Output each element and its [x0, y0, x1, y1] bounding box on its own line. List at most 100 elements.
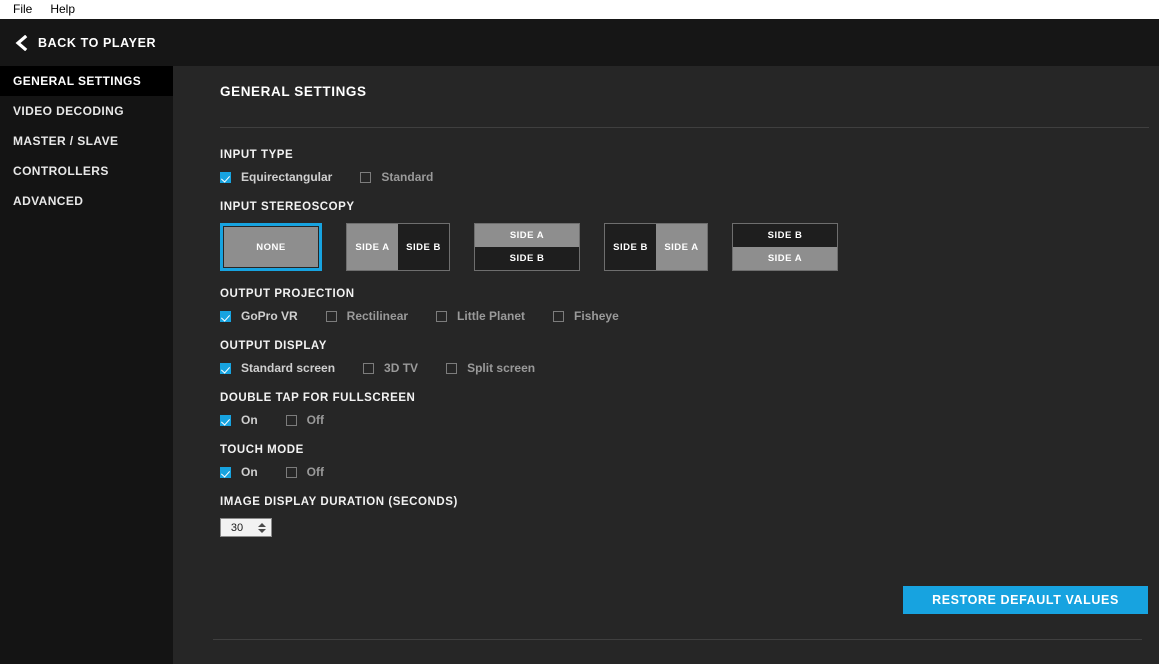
section-label: INPUT STEREOSCOPY [220, 201, 355, 213]
checkbox-icon [363, 362, 375, 374]
checkbox-label: On [241, 465, 258, 479]
input-type-options: Equirectangular Standard [220, 170, 1159, 184]
menu-item-file[interactable]: File [4, 0, 41, 19]
checkbox-touch-mode-on[interactable]: On [220, 465, 258, 479]
checkbox-equirectangular[interactable]: Equirectangular [220, 170, 332, 184]
sidebar-item-label: MASTER / SLAVE [13, 134, 119, 148]
checkbox-touch-mode-off[interactable]: Off [285, 465, 324, 479]
checkbox-label: On [241, 413, 258, 427]
back-to-player-button[interactable]: BACK TO PLAYER [38, 36, 156, 50]
checkbox-label: Off [306, 465, 324, 479]
stereoscopy-pane: SIDE B [605, 224, 656, 270]
chevron-left-icon[interactable] [12, 34, 30, 52]
checkbox-icon [220, 414, 231, 426]
sidebar-item-general-settings[interactable]: GENERAL SETTINGS [0, 66, 173, 96]
stereoscopy-options: NONE SIDE A SIDE B SIDE A SIDE B SIDE B … [220, 223, 1159, 271]
checkbox-label: Split screen [467, 361, 536, 375]
checkbox-label: Standard [381, 170, 434, 184]
checkbox-icon [220, 362, 231, 374]
image-duration-stepper[interactable]: 30 [220, 518, 272, 537]
stereoscopy-pane: SIDE B [475, 247, 579, 270]
checkbox-rectilinear[interactable]: Rectilinear [325, 309, 409, 323]
double-tap-options: On Off [220, 413, 1159, 427]
checkbox-label: Fisheye [574, 309, 619, 323]
sidebar-item-controllers[interactable]: CONTROLLERS [0, 156, 173, 186]
section-label: DOUBLE TAP FOR FULLSCREEN [220, 392, 416, 404]
section-label: IMAGE DISPLAY DURATION (SECONDS) [220, 496, 458, 508]
checkbox-little-planet[interactable]: Little Planet [436, 309, 525, 323]
section-touch-mode: TOUCH MODE On Off [220, 444, 1159, 479]
checkbox-icon [220, 310, 231, 322]
image-duration-value: 30 [230, 521, 244, 534]
checkbox-icon [446, 362, 458, 374]
checkbox-double-tap-on[interactable]: On [220, 413, 258, 427]
settings-panel: GENERAL SETTINGS INPUT TYPE Equirectangu… [173, 66, 1159, 664]
checkbox-icon [436, 310, 448, 322]
stereoscopy-pane: SIDE B [398, 224, 449, 270]
checkbox-label: Standard screen [241, 361, 336, 375]
section-double-tap-fullscreen: DOUBLE TAP FOR FULLSCREEN On Off [220, 392, 1159, 427]
checkbox-label: Little Planet [457, 309, 526, 323]
stereoscopy-pane: SIDE A [656, 224, 707, 270]
stereoscopy-pane: NONE [224, 227, 318, 267]
sidebar-item-label: CONTROLLERS [13, 164, 109, 178]
checkbox-label: 3D TV [384, 361, 419, 375]
checkbox-icon [360, 171, 372, 183]
stereoscopy-option-side-b-side-a-horizontal[interactable]: SIDE B SIDE A [604, 223, 708, 271]
checkbox-3d-tv[interactable]: 3D TV [363, 361, 418, 375]
sidebar-item-video-decoding[interactable]: VIDEO DECODING [0, 96, 173, 126]
section-label: OUTPUT PROJECTION [220, 288, 355, 300]
stereoscopy-pane: SIDE A [347, 224, 398, 270]
checkbox-label: Off [306, 413, 324, 427]
menu-bar: File Help [0, 0, 1159, 19]
output-projection-options: GoPro VR Rectilinear Little Planet Fishe… [220, 309, 1159, 323]
checkbox-icon [220, 466, 231, 478]
chevron-down-icon[interactable] [257, 528, 266, 533]
sidebar-item-advanced[interactable]: ADVANCED [0, 186, 173, 216]
checkbox-icon [553, 310, 565, 322]
title-bar: BACK TO PLAYER [0, 19, 1159, 66]
stereoscopy-pane: SIDE B [733, 224, 837, 247]
checkbox-gopro-vr[interactable]: GoPro VR [220, 309, 298, 323]
stereoscopy-option-side-a-side-b-vertical[interactable]: SIDE A SIDE B [474, 223, 580, 271]
section-label: OUTPUT DISPLAY [220, 340, 327, 352]
section-input-type: INPUT TYPE Equirectangular Standard [220, 149, 1159, 184]
page-title: GENERAL SETTINGS [220, 84, 367, 99]
checkbox-standard[interactable]: Standard [360, 170, 433, 184]
section-output-projection: OUTPUT PROJECTION GoPro VR Rectilinear L… [220, 288, 1159, 323]
checkbox-split-screen[interactable]: Split screen [446, 361, 535, 375]
section-output-display: OUTPUT DISPLAY Standard screen 3D TV Spl… [220, 340, 1159, 375]
checkbox-icon [325, 310, 337, 322]
stereoscopy-pane: SIDE A [733, 247, 837, 270]
checkbox-icon [285, 414, 297, 426]
stepper-arrows [255, 522, 271, 533]
stereoscopy-option-none[interactable]: NONE [220, 223, 322, 271]
section-label: TOUCH MODE [220, 444, 304, 456]
sidebar-item-label: VIDEO DECODING [13, 104, 124, 118]
sidebar-item-master-slave[interactable]: MASTER / SLAVE [0, 126, 173, 156]
checkbox-icon [220, 171, 231, 183]
checkbox-label: Rectilinear [346, 309, 409, 323]
output-display-options: Standard screen 3D TV Split screen [220, 361, 1159, 375]
chevron-up-icon[interactable] [257, 522, 266, 527]
checkbox-fisheye[interactable]: Fisheye [553, 309, 619, 323]
checkbox-standard-screen[interactable]: Standard screen [220, 361, 335, 375]
stereoscopy-option-side-a-side-b-horizontal[interactable]: SIDE A SIDE B [346, 223, 450, 271]
checkbox-icon [285, 466, 297, 478]
app-body: GENERAL SETTINGS VIDEO DECODING MASTER /… [0, 66, 1159, 664]
checkbox-label: Equirectangular [241, 170, 333, 184]
checkbox-double-tap-off[interactable]: Off [285, 413, 324, 427]
menu-item-help[interactable]: Help [41, 0, 84, 19]
checkbox-label: GoPro VR [241, 309, 298, 323]
restore-default-values-button[interactable]: RESTORE DEFAULT VALUES [903, 586, 1148, 614]
footer-divider [213, 639, 1142, 640]
section-label: INPUT TYPE [220, 149, 294, 161]
sidebar-item-label: GENERAL SETTINGS [13, 74, 142, 88]
section-image-display-duration: IMAGE DISPLAY DURATION (SECONDS) 30 [220, 496, 1159, 537]
stereoscopy-option-side-b-side-a-vertical[interactable]: SIDE B SIDE A [732, 223, 838, 271]
sidebar-nav: GENERAL SETTINGS VIDEO DECODING MASTER /… [0, 66, 173, 664]
touch-mode-options: On Off [220, 465, 1159, 479]
section-input-stereoscopy: INPUT STEREOSCOPY NONE SIDE A SIDE B SID… [220, 201, 1159, 271]
stereoscopy-pane: SIDE A [475, 224, 579, 247]
sidebar-item-label: ADVANCED [13, 194, 84, 208]
